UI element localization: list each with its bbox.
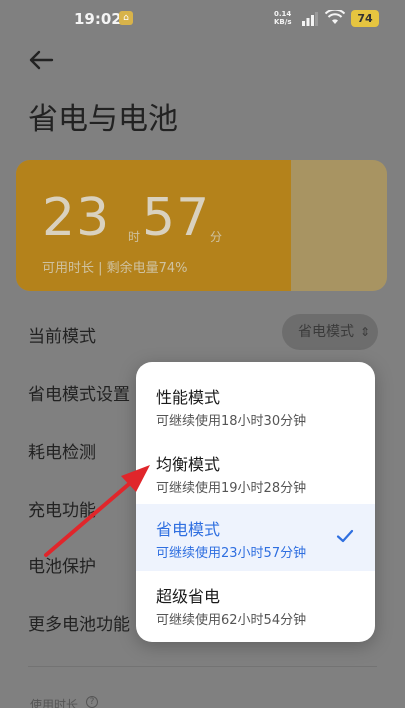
option-title: 均衡模式 — [156, 455, 221, 474]
status-bar: 19:02 ⌂ 0.14 KB/s 74 — [0, 0, 405, 40]
chevron-updown-icon: ⇕ — [359, 325, 370, 339]
signal-icon — [302, 12, 318, 26]
wifi-icon — [325, 10, 345, 24]
option-balanced-mode[interactable]: 均衡模式 可继续使用19小时28分钟 — [136, 437, 375, 504]
mode-selection-popup: 性能模式 可继续使用18小时30分钟 均衡模式 可继续使用19小时28分钟 省电… — [136, 362, 375, 642]
remaining-minutes: 57 — [142, 188, 211, 248]
option-power-save-mode[interactable]: 省电模式 可继续使用23小时57分钟 — [136, 504, 375, 571]
current-mode-dropdown[interactable]: 省电模式 ⇕ — [282, 314, 378, 350]
option-subtitle: 可继续使用62小时54分钟 — [156, 613, 307, 628]
option-subtitle: 可继续使用19小时28分钟 — [156, 481, 307, 496]
section-divider — [28, 666, 377, 667]
option-title: 超级省电 — [156, 587, 221, 606]
option-title: 省电模式 — [156, 520, 221, 539]
menu-item-power-save-settings[interactable]: 省电模式设置 — [28, 380, 130, 405]
option-subtitle: 可继续使用18小时30分钟 — [156, 414, 307, 429]
option-super-power-save[interactable]: 超级省电 可继续使用62小时54分钟 — [136, 571, 375, 638]
menu-item-power-consumption-check[interactable]: 耗电检测 — [28, 438, 96, 463]
checkmark-icon — [336, 529, 354, 543]
current-mode-label: 当前模式 — [28, 327, 96, 347]
status-time: 19:02 — [74, 10, 122, 28]
back-arrow-icon[interactable] — [26, 48, 56, 72]
network-speed: 0.14 KB/s — [274, 10, 292, 26]
minutes-unit: 分 — [210, 230, 223, 244]
help-icon[interactable]: ? — [86, 696, 98, 708]
battery-subtitle: 可用时长 | 剩余电量74% — [42, 261, 188, 276]
page-title: 省电与电池 — [28, 102, 178, 137]
battery-card: 23 时 57 分 可用时长 | 剩余电量74% — [16, 160, 387, 291]
notification-icon: ⌂ — [119, 11, 133, 25]
menu-item-battery-protection[interactable]: 电池保护 — [28, 552, 96, 577]
menu-item-more-battery-features[interactable]: 更多电池功能 — [28, 610, 130, 635]
hours-unit: 时 — [128, 230, 141, 244]
remaining-hours: 23 — [42, 188, 111, 248]
option-performance-mode[interactable]: 性能模式 可继续使用18小时30分钟 — [136, 370, 375, 437]
option-subtitle: 可继续使用23小时57分钟 — [156, 546, 307, 561]
battery-level-badge: 74 — [351, 10, 379, 27]
usage-time-label: 使用时长 — [30, 698, 79, 708]
menu-item-charging-features[interactable]: 充电功能 — [28, 496, 96, 521]
current-mode-value: 省电模式 — [298, 324, 354, 340]
option-title: 性能模式 — [156, 388, 221, 407]
